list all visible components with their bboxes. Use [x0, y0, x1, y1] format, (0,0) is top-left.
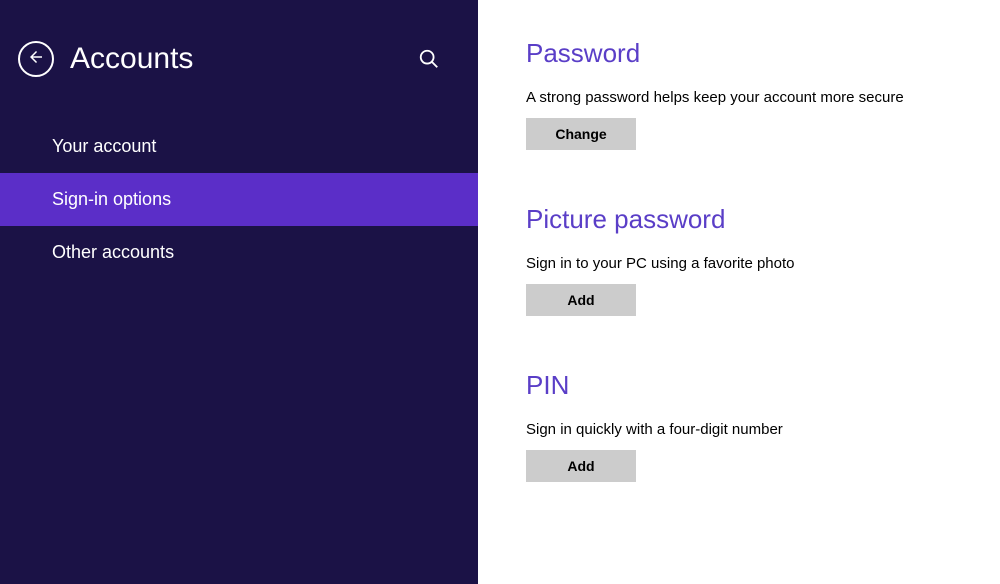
nav-list: Your account Sign-in options Other accou…	[0, 120, 478, 279]
sidebar-header: Accounts	[0, 0, 478, 90]
back-button[interactable]	[18, 41, 54, 77]
back-arrow-icon	[27, 48, 45, 71]
password-section: Password A strong password helps keep yo…	[526, 38, 980, 150]
search-icon	[418, 57, 440, 74]
section-desc-picture-password: Sign in to your PC using a favorite phot…	[526, 255, 980, 272]
sidebar-item-label: Your account	[52, 136, 156, 156]
section-title-password: Password	[526, 38, 980, 69]
content-panel: Password A strong password helps keep yo…	[478, 0, 1000, 584]
add-pin-button[interactable]: Add	[526, 450, 636, 482]
section-title-pin: PIN	[526, 370, 980, 401]
sidebar: Accounts Your account Sign-in options Ot…	[0, 0, 478, 584]
sidebar-item-your-account[interactable]: Your account	[0, 120, 478, 173]
picture-password-section: Picture password Sign in to your PC usin…	[526, 204, 980, 316]
page-title: Accounts	[70, 42, 418, 76]
sidebar-item-sign-in-options[interactable]: Sign-in options	[0, 173, 478, 226]
sidebar-item-other-accounts[interactable]: Other accounts	[0, 226, 478, 279]
section-desc-pin: Sign in quickly with a four-digit number	[526, 421, 980, 438]
search-button[interactable]	[418, 48, 440, 70]
change-password-button[interactable]: Change	[526, 118, 636, 150]
pin-section: PIN Sign in quickly with a four-digit nu…	[526, 370, 980, 482]
add-picture-password-button[interactable]: Add	[526, 284, 636, 316]
sidebar-item-label: Sign-in options	[52, 189, 171, 209]
sidebar-item-label: Other accounts	[52, 242, 174, 262]
section-desc-password: A strong password helps keep your accoun…	[526, 89, 980, 106]
section-title-picture-password: Picture password	[526, 204, 980, 235]
